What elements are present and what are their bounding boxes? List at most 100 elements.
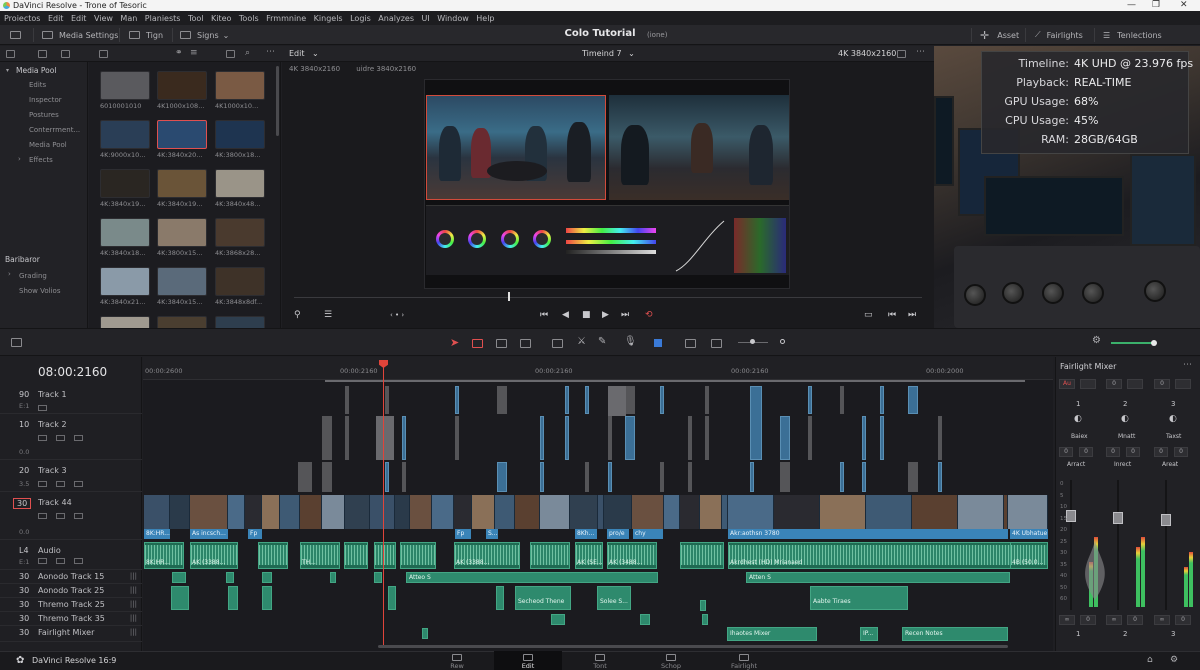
- home-icon[interactable]: ⌂: [1147, 655, 1153, 665]
- video-clip-label[interactable]: pro/e: [607, 529, 629, 539]
- video-clip-thumbnail[interactable]: [170, 495, 190, 529]
- dynamic-trim-icon[interactable]: [520, 339, 531, 348]
- close-button[interactable]: ✕: [1180, 0, 1188, 11]
- media-pool-scrollbar[interactable]: [276, 66, 279, 136]
- infinity-button[interactable]: ∞: [1154, 615, 1170, 625]
- audio-clip[interactable]: [422, 628, 428, 639]
- fader-track[interactable]: [1070, 480, 1072, 610]
- channel-button[interactable]: [1127, 379, 1143, 389]
- video-clip[interactable]: [565, 416, 569, 460]
- video-clip[interactable]: [385, 386, 389, 414]
- media-clip-thumbnail[interactable]: [157, 71, 207, 100]
- timeline-ruler[interactable]: [143, 357, 1053, 380]
- track-lock-icon[interactable]: |||: [130, 628, 137, 636]
- marker-icon[interactable]: [780, 339, 785, 344]
- timeline-zoom-bar[interactable]: [1111, 342, 1156, 344]
- audio-clip[interactable]: [171, 586, 189, 610]
- sidebar-item-effects[interactable]: Effects: [29, 156, 53, 164]
- menu-help[interactable]: Help: [476, 14, 494, 23]
- more-icon[interactable]: ⋯: [266, 47, 275, 57]
- sidebar-item-inspector[interactable]: Inspector: [29, 96, 62, 104]
- track-control-icon[interactable]: [74, 481, 83, 487]
- signs-dropdown[interactable]: Signs ⌄: [180, 29, 229, 41]
- video-clip-thumbnail[interactable]: [728, 495, 774, 529]
- jog-control-icon[interactable]: ‹ • ›: [390, 311, 404, 319]
- track-control-icon[interactable]: [74, 513, 83, 519]
- video-clip-thumbnail[interactable]: [700, 495, 722, 529]
- track-header[interactable]: 90 Track 1 E:1: [0, 384, 142, 414]
- channel-zero-button[interactable]: 0: [1059, 447, 1073, 457]
- video-clip[interactable]: [908, 386, 918, 414]
- channel-zero-button[interactable]: 0: [1175, 615, 1191, 625]
- video-clip[interactable]: [908, 462, 918, 492]
- track-control-icon[interactable]: [56, 481, 65, 487]
- audio-clip[interactable]: Recen Notes: [902, 627, 1008, 641]
- menu-planiests[interactable]: Planiests: [145, 14, 181, 23]
- media-clip-thumbnail[interactable]: [215, 169, 265, 198]
- video-clip-thumbnail[interactable]: [454, 495, 472, 529]
- search-icon[interactable]: ⌕: [245, 48, 250, 58]
- skip-forward-icon[interactable]: ⏭: [621, 310, 629, 320]
- audio-clip[interactable]: [496, 586, 504, 610]
- video-clip[interactable]: [402, 416, 406, 460]
- viewer-scrubber[interactable]: [294, 297, 922, 298]
- video-clip[interactable]: [688, 462, 692, 492]
- video-clip[interactable]: [385, 462, 389, 492]
- media-clip-thumbnail[interactable]: [100, 267, 150, 296]
- audio-clip[interactable]: Atten S: [746, 572, 1010, 583]
- video-clip[interactable]: [497, 462, 507, 492]
- video-clip-thumbnail[interactable]: [515, 495, 540, 529]
- tab-edit[interactable]: Edit: [494, 651, 562, 670]
- sidebar-item-show-volios[interactable]: Show Volios: [19, 287, 60, 295]
- track-control-icon[interactable]: [74, 435, 83, 441]
- audio-clip[interactable]: [640, 614, 650, 625]
- scrubber-playhead[interactable]: [508, 292, 510, 301]
- media-clip-thumbnail[interactable]: [157, 267, 207, 296]
- menu-edit[interactable]: Edit: [48, 14, 64, 23]
- video-clip-thumbnail[interactable]: [495, 495, 515, 529]
- more-icon[interactable]: ⋯: [1183, 360, 1192, 370]
- skip-back-icon[interactable]: ⏮: [540, 310, 548, 320]
- video-clip[interactable]: [880, 386, 884, 414]
- video-clip[interactable]: [862, 462, 866, 492]
- video-clip-label[interactable]: Fp: [455, 529, 471, 539]
- menu-window[interactable]: Window: [437, 14, 469, 23]
- track-header[interactable]: 30 Aonodo Track 25 |||: [0, 584, 142, 598]
- razor-icon[interactable]: ⚔: [577, 336, 586, 347]
- video-clip-label[interactable]: 4K Ubhatue: [1010, 529, 1048, 539]
- zoom-icon[interactable]: ⚲: [294, 310, 301, 320]
- video-clip-thumbnail[interactable]: [345, 495, 370, 529]
- insert-icon[interactable]: [552, 339, 563, 348]
- video-clip-thumbnail[interactable]: [472, 495, 495, 529]
- audio-clip[interactable]: [388, 586, 396, 610]
- video-clip-label[interactable]: As incsch...: [190, 529, 228, 539]
- video-clip[interactable]: [862, 416, 866, 460]
- channel-zero-button[interactable]: 0: [1106, 379, 1122, 389]
- options-icon[interactable]: ☰: [324, 310, 332, 320]
- video-clip[interactable]: [938, 416, 942, 460]
- project-manager-button[interactable]: [10, 29, 27, 41]
- video-clip[interactable]: [660, 386, 664, 414]
- video-clip-label[interactable]: Akr:aothsn 3780: [728, 529, 1008, 539]
- menu-man[interactable]: Man: [120, 14, 137, 23]
- trim-tool-icon[interactable]: [496, 339, 507, 348]
- video-clip-thumbnail[interactable]: [190, 495, 228, 529]
- menu-analyzes[interactable]: Analyzes: [378, 14, 414, 23]
- sidebar-item-conterrment[interactable]: Conterrment...: [29, 126, 80, 134]
- track-control-icon[interactable]: [38, 481, 47, 487]
- track-control-icon[interactable]: [38, 558, 47, 564]
- video-clip-thumbnail[interactable]: [1008, 495, 1048, 529]
- video-clip[interactable]: [625, 416, 635, 460]
- timeline-zoom-knob[interactable]: [1151, 340, 1157, 346]
- maximize-button[interactable]: ❐: [1152, 0, 1160, 11]
- video-clip-thumbnail[interactable]: [680, 495, 700, 529]
- loop-icon[interactable]: ⟲: [645, 310, 653, 320]
- track-lock-icon[interactable]: |||: [130, 600, 137, 608]
- timeline-selector[interactable]: Timeind 7 ⌄: [582, 49, 635, 58]
- track-header[interactable]: L4 Audio E:1: [0, 540, 142, 570]
- audio-clip[interactable]: Aabte Tiraes: [810, 586, 908, 610]
- asset-button[interactable]: ✛ Asset: [980, 29, 1019, 42]
- track-header[interactable]: 20 Track 3 3.5: [0, 460, 142, 492]
- video-clip-thumbnail[interactable]: [664, 495, 680, 529]
- automation-button[interactable]: Au: [1059, 379, 1075, 389]
